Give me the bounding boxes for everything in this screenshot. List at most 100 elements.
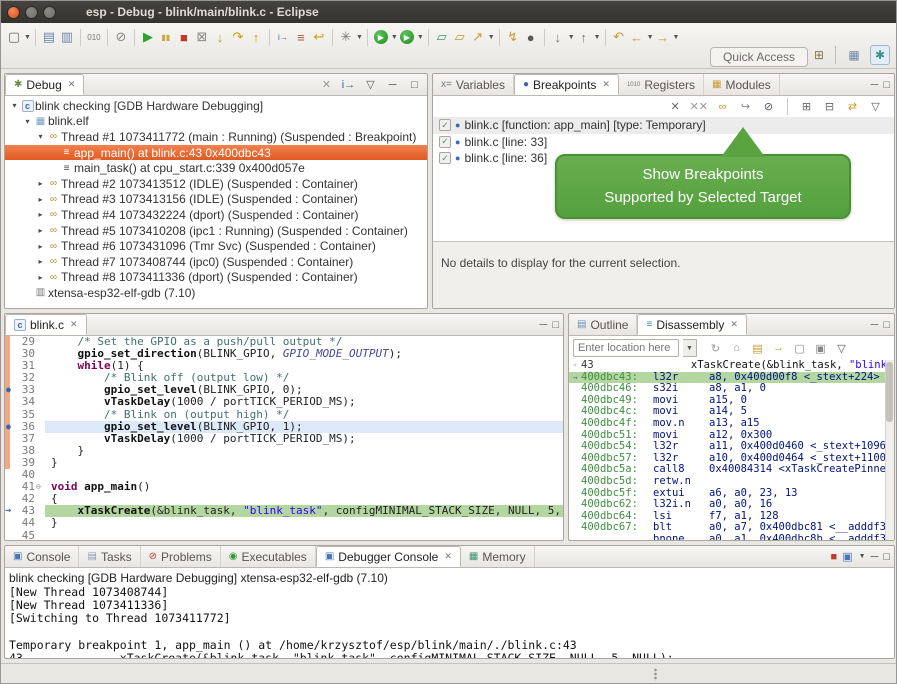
open-debug-config-icon[interactable]: ▱ — [451, 27, 469, 47]
debug-tree-item[interactable]: ▾cblink checking [GDB Hardware Debugging… — [5, 98, 427, 114]
breakpoint-item[interactable]: ✓●blink.c [line: 33] — [433, 134, 894, 151]
drop-to-frame-icon[interactable]: ↩ — [310, 27, 328, 47]
step-return-icon[interactable]: ↑ — [247, 27, 265, 47]
editor-gutter[interactable]: 44 — [5, 517, 45, 529]
expand-all-icon[interactable]: ⊞ — [798, 98, 815, 115]
minimize-disassembly-icon[interactable]: ─ — [871, 319, 879, 331]
tab-blink-c[interactable]: cblink.c✕ — [5, 314, 87, 335]
show-supported-breakpoints-icon[interactable]: ∞ — [714, 98, 731, 115]
use-step-filters-icon[interactable]: ✳ — [337, 27, 355, 47]
new-wizard-icon[interactable]: ▢ — [5, 27, 23, 47]
back-icon[interactable]: ← — [628, 27, 646, 47]
suspend-icon[interactable]: ▮▮ — [157, 27, 175, 47]
pin-view-icon[interactable]: ▣ — [812, 340, 829, 357]
instruction-stepping-icon[interactable]: i→ — [274, 27, 292, 47]
remove-all-breakpoints-icon[interactable]: ✕✕ — [690, 98, 708, 115]
debug-tree-item[interactable]: ▸∞Thread #7 1073408744 (ipc0) (Suspended… — [5, 254, 427, 270]
cpp-perspective-icon[interactable]: ▦ — [844, 45, 864, 65]
minimize-icon[interactable]: ─ — [384, 76, 401, 93]
forward-icon[interactable]: → — [654, 27, 672, 47]
tree-expand-icon[interactable]: ▸ — [35, 273, 46, 282]
tab-memory[interactable]: ▦Memory — [461, 546, 535, 567]
refresh-view-icon[interactable]: ↻ — [707, 340, 724, 357]
disassembly-row[interactable]: 400dbc5d:retw.n — [569, 476, 894, 488]
maximize-icon[interactable]: □ — [406, 76, 423, 93]
tree-expand-icon[interactable]: ▸ — [35, 257, 46, 266]
breakpoint-marker-icon[interactable]: ● — [6, 384, 11, 396]
collapse-all-icon[interactable]: ⊟ — [821, 98, 838, 115]
disconnect-icon[interactable]: ⊠ — [193, 27, 211, 47]
tab-registers[interactable]: 1010Registers — [619, 74, 704, 95]
flash-tool-icon[interactable]: ↗ — [469, 27, 487, 47]
flash-tool-dropdown-icon[interactable]: ▼ — [488, 34, 495, 41]
maximize-view-icon[interactable]: □ — [883, 79, 890, 91]
use-step-filters-dropdown-icon[interactable]: ▼ — [356, 34, 363, 41]
goto-file-for-breakpoint-icon[interactable]: ↪ — [737, 98, 754, 115]
show-selected-thread-icon[interactable]: ≡ — [292, 27, 310, 47]
step-over-icon[interactable]: ↷ — [229, 27, 247, 47]
scrollbar-thumb[interactable] — [886, 362, 893, 422]
last-edit-location-icon[interactable]: ↶ — [610, 27, 628, 47]
step-into-icon[interactable]: ↓ — [211, 27, 229, 47]
open-perspective-icon[interactable]: ⊞ — [809, 45, 829, 65]
tree-expand-icon[interactable]: ▸ — [35, 210, 46, 219]
forward-dropdown-icon[interactable]: ▼ — [673, 34, 680, 41]
code-line[interactable]: 39} — [5, 457, 563, 469]
minimize-editor-icon[interactable]: ─ — [540, 319, 548, 331]
location-input[interactable] — [573, 339, 679, 357]
tab-variables[interactable]: x=Variables — [433, 74, 514, 95]
minimize-window-icon[interactable] — [25, 6, 38, 19]
skip-all-breakpoints-view-icon[interactable]: ⊘ — [760, 98, 777, 115]
debug-tree-item[interactable]: ≡app_main() at blink.c:43 0x400dbc43 — [5, 145, 427, 161]
code-line[interactable]: 44} — [5, 517, 563, 529]
breakpoint-marker-icon[interactable]: ● — [6, 421, 11, 433]
debug-tree-item[interactable]: ▸∞Thread #8 1073411336 (dport) (Suspende… — [5, 270, 427, 286]
remove-all-terminated-icon[interactable]: ✕ — [318, 76, 335, 93]
code-line[interactable]: 45 — [5, 530, 563, 541]
remove-breakpoint-icon[interactable]: ✕ — [667, 98, 684, 115]
tree-collapse-icon[interactable]: ▾ — [22, 117, 33, 126]
tab-console[interactable]: ▣Console — [5, 546, 79, 567]
tab-modules[interactable]: ▦Modules — [704, 74, 780, 95]
display-selected-console-icon[interactable]: ▣ — [842, 550, 852, 563]
tree-expand-icon[interactable]: ▸ — [35, 242, 46, 251]
resume-icon[interactable]: ▶ — [139, 27, 157, 47]
skip-all-breakpoints-icon[interactable]: ⊘ — [112, 27, 130, 47]
maximize-disassembly-icon[interactable]: □ — [883, 319, 890, 331]
tree-expand-icon[interactable]: ▸ — [35, 179, 46, 188]
debug-tree-item[interactable]: ▾▦blink.elf — [5, 114, 427, 130]
breakpoint-checkbox[interactable]: ✓ — [439, 136, 451, 148]
tab-outline[interactable]: ▤Outline — [569, 314, 637, 335]
close-tab-icon[interactable]: ✕ — [444, 551, 452, 562]
debug-launch-tree[interactable]: ▾cblink checking [GDB Hardware Debugging… — [5, 96, 427, 301]
next-annotation-dropdown-icon[interactable]: ▼ — [568, 34, 575, 41]
tab-debugger-console[interactable]: ▣Debugger Console✕ — [316, 546, 461, 567]
code-line[interactable]: 38 } — [5, 445, 563, 457]
tree-collapse-icon[interactable]: ▾ — [9, 101, 20, 110]
save-icon[interactable]: ▤ — [40, 27, 58, 47]
debug-tree-item[interactable]: ▸∞Thread #4 1073432224 (dport) (Suspende… — [5, 207, 427, 223]
editor-gutter[interactable]: 45 — [5, 530, 45, 541]
debug-tree-item[interactable]: ▸∞Thread #5 1073410208 (ipc1 : Running) … — [5, 223, 427, 239]
tab-disassembly[interactable]: ≡Disassembly✕ — [637, 314, 746, 335]
maximize-window-icon[interactable] — [43, 6, 56, 19]
debug-tree-item[interactable]: ▥xtensa-esp32-elf-gdb (7.10) — [5, 285, 427, 301]
show-source-icon[interactable]: ▤ — [749, 340, 766, 357]
editor-gutter[interactable]: ●36 — [5, 421, 45, 433]
maximize-console-icon[interactable]: □ — [883, 551, 890, 563]
location-dropdown-icon[interactable]: ▼ — [683, 339, 697, 357]
prev-annotation-dropdown-icon[interactable]: ▼ — [594, 34, 601, 41]
next-annotation-icon[interactable]: ↓ — [549, 27, 567, 47]
tab-problems[interactable]: ⊘Problems — [141, 546, 221, 567]
breakpoint-checkbox[interactable]: ✓ — [439, 152, 451, 164]
disassembly-source-line[interactable]: ◦43 xTaskCreate(&blink_task, "blink_tas — [569, 360, 894, 372]
disassembly-row[interactable]: bnonea0, a1, 0x400dbc8b <__adddf3+ — [569, 534, 894, 540]
debug-tree-item[interactable]: ▾∞Thread #1 1073411772 (main : Running) … — [5, 129, 427, 145]
tab-breakpoints[interactable]: ●Breakpoints✕ — [514, 74, 619, 95]
editor-gutter[interactable]: 35 — [5, 409, 45, 421]
disassembly-listing[interactable]: ◦43 xTaskCreate(&blink_task, "blink_tas→… — [569, 360, 894, 540]
close-tab-icon[interactable]: ✕ — [70, 319, 78, 330]
view-menu-icon[interactable]: ▽ — [362, 76, 379, 93]
debug-dropdown-dropdown-icon[interactable]: ▼ — [391, 34, 398, 41]
terminate-icon[interactable]: ■ — [175, 27, 193, 47]
